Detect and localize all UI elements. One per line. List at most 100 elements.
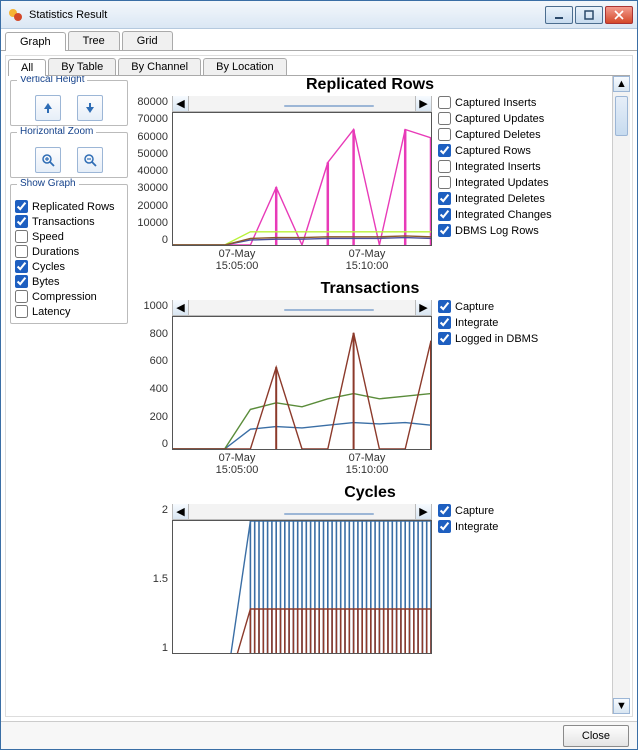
scroll-right-icon[interactable]: ▶ bbox=[415, 504, 431, 519]
y-tick: 30000 bbox=[132, 182, 168, 194]
show-graph-item-5: Bytes bbox=[15, 274, 123, 289]
y-tick: 800 bbox=[132, 328, 168, 340]
scroll-left-icon[interactable]: ◀ bbox=[173, 300, 189, 315]
sub-tabs: All By Table By Channel By Location bbox=[8, 58, 630, 76]
legend-rr-7-checkbox[interactable] bbox=[438, 208, 451, 221]
scroll-thumb[interactable] bbox=[284, 105, 374, 107]
vertical-scrollbar[interactable]: ▲ ▼ bbox=[612, 76, 630, 714]
scroll-left-icon[interactable]: ◀ bbox=[173, 504, 189, 519]
show-graph-item-3-label: Durations bbox=[32, 246, 79, 258]
hscrollbar[interactable]: ◀ ▶ bbox=[172, 300, 432, 316]
scroll-right-icon[interactable]: ▶ bbox=[415, 300, 431, 315]
subtab-all[interactable]: All bbox=[8, 59, 46, 76]
show-graph-item-1-label: Transactions bbox=[32, 216, 95, 228]
show-graph-item-0-checkbox[interactable] bbox=[15, 200, 28, 213]
plot-area bbox=[172, 316, 432, 450]
scroll-down-icon[interactable]: ▼ bbox=[613, 698, 630, 714]
titlebar[interactable]: Statistics Result bbox=[1, 1, 637, 29]
y-tick: 1 bbox=[132, 642, 168, 654]
y-tick: 0 bbox=[132, 438, 168, 450]
legend-tx-0-checkbox[interactable] bbox=[438, 300, 451, 313]
subtab-bychannel[interactable]: By Channel bbox=[118, 58, 201, 75]
show-graph-item-1-checkbox[interactable] bbox=[15, 215, 28, 228]
legend: CaptureIntegrate bbox=[438, 504, 498, 536]
hscrollbar[interactable]: ◀ ▶ bbox=[172, 96, 432, 112]
legend-rr-2-checkbox[interactable] bbox=[438, 128, 451, 141]
y-tick: 50000 bbox=[132, 148, 168, 160]
tab-grid[interactable]: Grid bbox=[122, 31, 173, 50]
vh-down-button[interactable] bbox=[77, 95, 103, 121]
show-graph-item-3-checkbox[interactable] bbox=[15, 245, 28, 258]
legend-rr-7-label: Integrated Changes bbox=[455, 209, 552, 221]
show-graph-item-2-label: Speed bbox=[32, 231, 64, 243]
hscrollbar[interactable]: ◀ ▶ bbox=[172, 504, 432, 520]
charts-column: Replicated Rows 800007000060000500004000… bbox=[132, 76, 612, 714]
show-graph-item-6-checkbox[interactable] bbox=[15, 290, 28, 303]
show-graph-item-0: Replicated Rows bbox=[15, 199, 123, 214]
subtab-bytable[interactable]: By Table bbox=[48, 58, 116, 75]
legend-cy-1: Integrate bbox=[438, 520, 498, 536]
legend-rr-4-checkbox[interactable] bbox=[438, 160, 451, 173]
legend-rr-3-label: Captured Rows bbox=[455, 145, 531, 157]
legend-tx-1-label: Integrate bbox=[455, 317, 498, 329]
legend-rr-8-checkbox[interactable] bbox=[438, 224, 451, 237]
legend-rr-0: Captured Inserts bbox=[438, 96, 552, 112]
legend-tx-1-checkbox[interactable] bbox=[438, 316, 451, 329]
sidebar: Vertical Height Horizontal Zoom Show Gra… bbox=[8, 76, 132, 714]
legend-tx-2-checkbox[interactable] bbox=[438, 332, 451, 345]
legend-rr-5-checkbox[interactable] bbox=[438, 176, 451, 189]
y-tick: 200 bbox=[132, 411, 168, 423]
group-title: Show Graph bbox=[17, 178, 79, 189]
y-tick: 80000 bbox=[132, 96, 168, 108]
legend-cy-0-checkbox[interactable] bbox=[438, 504, 451, 517]
legend-rr-0-checkbox[interactable] bbox=[438, 96, 451, 109]
y-tick: 600 bbox=[132, 355, 168, 367]
tab-tree[interactable]: Tree bbox=[68, 31, 120, 50]
scroll-right-icon[interactable]: ▶ bbox=[415, 96, 431, 111]
legend-rr-6-checkbox[interactable] bbox=[438, 192, 451, 205]
x-axis-labels: 07-May15:05:0007-May15:10:00 bbox=[172, 248, 432, 272]
scroll-thumb[interactable] bbox=[284, 309, 374, 311]
show-graph-item-6: Compression bbox=[15, 289, 123, 304]
close-button[interactable]: Close bbox=[563, 725, 629, 747]
show-graph-item-2: Speed bbox=[15, 229, 123, 244]
zoom-out-button[interactable] bbox=[77, 147, 103, 173]
minimize-button[interactable] bbox=[545, 6, 573, 24]
legend-rr-1-checkbox[interactable] bbox=[438, 112, 451, 125]
legend-rr-5-label: Integrated Updates bbox=[455, 177, 549, 189]
show-graph-item-5-checkbox[interactable] bbox=[15, 275, 28, 288]
legend-tx-2: Logged in DBMS bbox=[438, 332, 538, 348]
zoom-in-button[interactable] bbox=[35, 147, 61, 173]
legend-cy-1-checkbox[interactable] bbox=[438, 520, 451, 533]
chart-title: Cycles bbox=[132, 484, 608, 502]
show-graph-item-7-checkbox[interactable] bbox=[15, 305, 28, 318]
scroll-thumb[interactable] bbox=[284, 513, 374, 515]
group-title: Horizontal Zoom bbox=[17, 126, 96, 137]
scroll-thumb[interactable] bbox=[615, 96, 628, 136]
x-tick: 07-May15:10:00 bbox=[346, 452, 389, 476]
maximize-button[interactable] bbox=[575, 6, 603, 24]
tab-graph[interactable]: Graph bbox=[5, 32, 66, 51]
show-graph-group: Show Graph Replicated RowsTransactionsSp… bbox=[10, 184, 128, 324]
vh-up-button[interactable] bbox=[35, 95, 61, 121]
legend-rr-3-checkbox[interactable] bbox=[438, 144, 451, 157]
scroll-left-icon[interactable]: ◀ bbox=[173, 96, 189, 111]
show-graph-item-2-checkbox[interactable] bbox=[15, 230, 28, 243]
subtab-bylocation[interactable]: By Location bbox=[203, 58, 286, 75]
y-tick: 60000 bbox=[132, 131, 168, 143]
legend-rr-2: Captured Deletes bbox=[438, 128, 552, 144]
legend-tx-0: Capture bbox=[438, 300, 538, 316]
legend-rr-6-label: Integrated Deletes bbox=[455, 193, 545, 205]
legend-rr-1-label: Captured Updates bbox=[455, 113, 544, 125]
y-tick: 400 bbox=[132, 383, 168, 395]
main-tabs: Graph Tree Grid bbox=[1, 29, 637, 51]
show-graph-item-7-label: Latency bbox=[32, 306, 71, 318]
close-window-button[interactable] bbox=[605, 6, 633, 24]
plot-area bbox=[172, 112, 432, 246]
legend-cy-1-label: Integrate bbox=[455, 521, 498, 533]
show-graph-item-5-label: Bytes bbox=[32, 276, 60, 288]
chart-title: Replicated Rows bbox=[132, 76, 608, 94]
scroll-up-icon[interactable]: ▲ bbox=[613, 76, 630, 92]
chart-cycles: Cycles 21.51 ◀ ▶ CaptureIntegrate bbox=[132, 484, 608, 654]
show-graph-item-4-checkbox[interactable] bbox=[15, 260, 28, 273]
